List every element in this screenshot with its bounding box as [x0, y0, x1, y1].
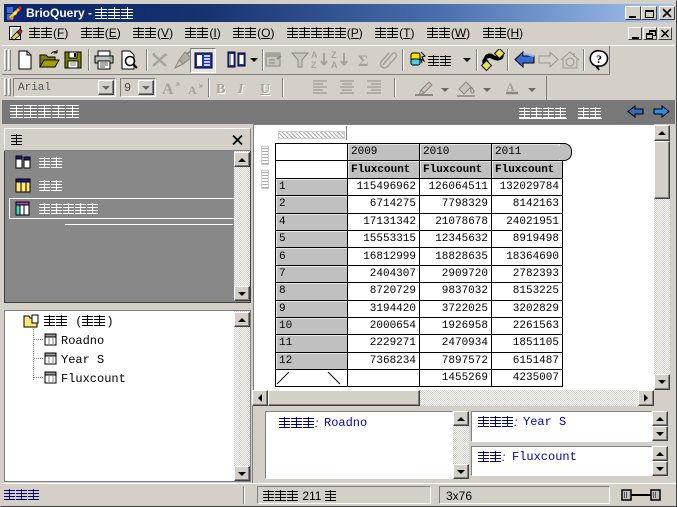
- svg-text:A: A: [162, 81, 174, 98]
- svg-text:Σ: Σ: [358, 53, 368, 70]
- svg-text:?: ?: [596, 52, 602, 66]
- svg-text:A: A: [188, 83, 197, 97]
- svg-text:Z: Z: [331, 50, 337, 60]
- svg-text:Z: Z: [311, 60, 317, 70]
- svg-text:A: A: [311, 50, 318, 60]
- svg-text:A: A: [331, 60, 338, 70]
